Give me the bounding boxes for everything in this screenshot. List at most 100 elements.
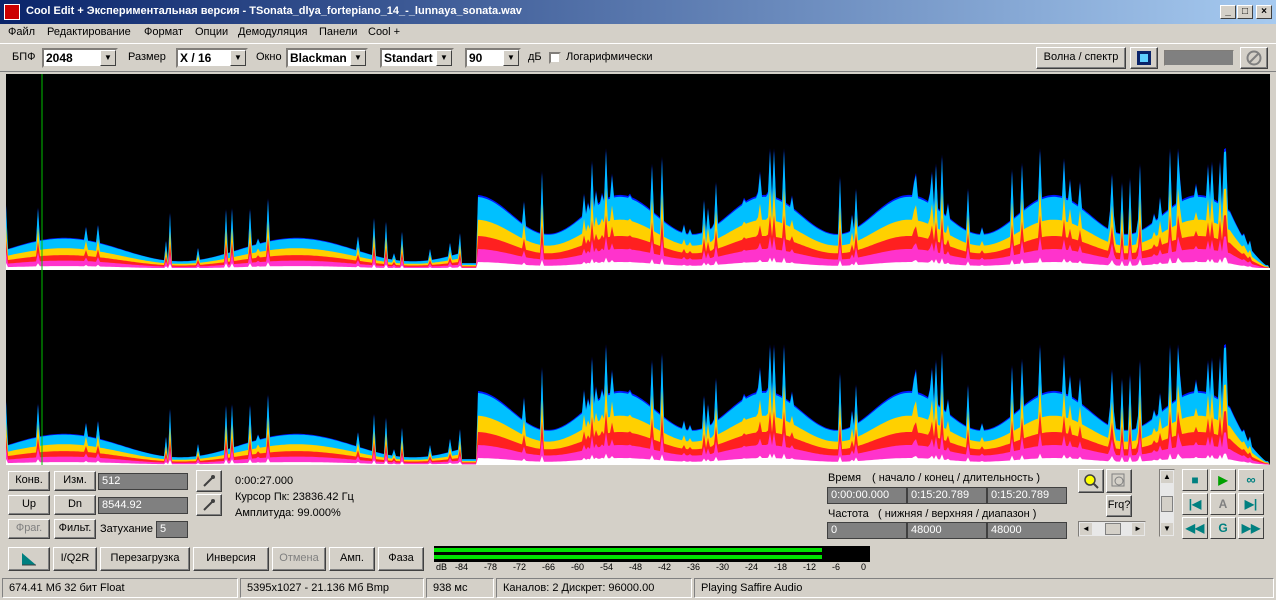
scrollbar-thumb[interactable] xyxy=(1161,496,1173,512)
time-start-field[interactable]: 0:00:00.000 xyxy=(827,487,907,504)
meter-tick-label: -30 xyxy=(716,562,730,572)
arrow-down-icon[interactable]: ▼ xyxy=(1161,523,1173,535)
meter-tick-label: -66 xyxy=(542,562,556,572)
level-meter xyxy=(434,546,870,562)
meter-tick-label: -42 xyxy=(658,562,672,572)
reload-button[interactable]: Перезагрузка xyxy=(100,547,190,571)
arrow-up-icon[interactable]: ▲ xyxy=(1161,471,1173,483)
zoom-slider[interactable]: ◄ ► xyxy=(1078,521,1146,537)
meter-tick-label: -78 xyxy=(484,562,498,572)
value2-field[interactable]: 8544.92 xyxy=(98,497,188,514)
vertical-scrollbar[interactable]: ▲ ▼ xyxy=(1159,469,1175,537)
window-title: Cool Edit + Экспериментальная версия - T… xyxy=(26,5,522,17)
time-label: Время xyxy=(828,472,862,484)
zoom-frame-button[interactable] xyxy=(1106,469,1132,493)
cursor-readout: Курсор Пк: 23836.42 Гц xyxy=(235,491,354,503)
play-button[interactable]: ▶ xyxy=(1210,469,1236,491)
minimize-button[interactable]: _ xyxy=(1220,5,1236,19)
zoom-frame-icon xyxy=(1111,473,1125,487)
freq-range-field[interactable]: 48000 xyxy=(987,522,1067,539)
no-entry-icon xyxy=(1246,50,1262,66)
log-checkbox[interactable] xyxy=(549,52,561,64)
time-duration-field[interactable]: 0:15:20.789 xyxy=(987,487,1067,504)
time-end-field[interactable]: 0:15:20.789 xyxy=(907,487,987,504)
size-select[interactable]: X / 16 ▼ xyxy=(176,48,248,68)
log-label: Логарифмически xyxy=(566,51,653,63)
meter-tick-label: -36 xyxy=(687,562,701,572)
mode-select[interactable]: Standart ▼ xyxy=(380,48,454,68)
decay-label: Затухание xyxy=(100,523,154,535)
pipette-icon xyxy=(203,499,215,511)
freq-high-field[interactable]: 48000 xyxy=(907,522,987,539)
status-bitmap: 5395x1027 - 21.136 Мб Bmp xyxy=(240,578,424,598)
zoom-in-button[interactable] xyxy=(1078,469,1104,493)
value1-field[interactable]: 512 xyxy=(98,473,188,490)
menu-options[interactable]: Опции xyxy=(195,26,228,38)
amp-button[interactable]: Амп. xyxy=(329,547,375,571)
a-button[interactable]: A xyxy=(1210,493,1236,515)
meter-tick-label: -54 xyxy=(600,562,614,572)
db-unit-label: дБ xyxy=(528,51,542,63)
wave-spectrum-button[interactable]: Волна / спектр xyxy=(1036,47,1126,69)
fft-value: 2048 xyxy=(46,51,73,65)
phase-button[interactable]: Фаза xyxy=(378,547,424,571)
menu-panels[interactable]: Панели xyxy=(319,26,357,38)
zoom-in-icon xyxy=(1084,474,1099,489)
menu-demodulation[interactable]: Демодуляция xyxy=(238,26,307,38)
window-select[interactable]: Blackman ▼ xyxy=(286,48,368,68)
time-hint: ( начало / конец / длительность ) xyxy=(872,472,1041,484)
status-latency: 938 мс xyxy=(426,578,494,598)
spectrum-tool-button[interactable] xyxy=(8,547,50,571)
stop-button[interactable]: ■ xyxy=(1182,469,1208,491)
frag-button[interactable]: Фраг. xyxy=(8,519,50,539)
time-readout: 0:00:27.000 xyxy=(235,475,294,487)
frq-button[interactable]: Frq? xyxy=(1106,495,1132,517)
size-value: X / 16 xyxy=(180,51,212,65)
db-select[interactable]: 90 ▼ xyxy=(465,48,521,68)
spectrum-toolbar: БПФ 2048 ▼ Размер X / 16 ▼ Окно Blackman ▼ … xyxy=(0,43,1276,72)
stop-render-button[interactable] xyxy=(1240,47,1268,69)
status-playing: Playing Saffire Audio xyxy=(694,578,1274,598)
decay-field[interactable]: 5 xyxy=(156,521,188,538)
rewind-button[interactable]: ◀◀ xyxy=(1182,517,1208,539)
freq-low-field[interactable]: 0 xyxy=(827,522,907,539)
up-button[interactable]: Up xyxy=(8,495,50,515)
filt-button[interactable]: Фильт. xyxy=(54,519,96,539)
izm-button[interactable]: Изм. xyxy=(54,471,96,491)
spectrogram-view[interactable] xyxy=(6,74,1270,465)
pipette-button-2[interactable] xyxy=(196,494,222,516)
maximize-button[interactable]: □ xyxy=(1237,5,1253,19)
go-end-button[interactable]: ▶| xyxy=(1238,493,1264,515)
inversion-button[interactable]: Инверсия xyxy=(193,547,269,571)
chevron-down-icon: ▼ xyxy=(230,50,246,66)
fast-forward-button[interactable]: ▶▶ xyxy=(1238,517,1264,539)
title-bar: Cool Edit + Экспериментальная версия - T… xyxy=(0,0,1276,24)
spectrogram-canvas[interactable] xyxy=(6,74,1270,465)
window-value: Blackman xyxy=(290,51,347,65)
spectrum-tool-icon xyxy=(22,553,36,566)
close-button[interactable]: × xyxy=(1256,5,1272,19)
loop-button[interactable]: ∞ xyxy=(1238,469,1264,491)
pipette-icon xyxy=(203,475,215,487)
konv-button[interactable]: Конв. xyxy=(8,471,50,491)
arrow-right-icon[interactable]: ► xyxy=(1132,523,1144,535)
dn-button[interactable]: Dn xyxy=(54,495,96,515)
meter-tick-label: -6 xyxy=(832,562,841,572)
pipette-button-1[interactable] xyxy=(196,470,222,492)
arrow-left-icon[interactable]: ◄ xyxy=(1080,523,1092,535)
cancel-button[interactable]: Отмена xyxy=(272,547,326,571)
menu-coolplus[interactable]: Cool + xyxy=(368,26,400,38)
menu-edit[interactable]: Редактирование xyxy=(47,26,131,38)
menu-file[interactable]: Файл xyxy=(8,26,35,38)
menu-format[interactable]: Формат xyxy=(144,26,183,38)
spectrum-view-button[interactable] xyxy=(1130,47,1158,69)
status-memory: 674.41 Мб 32 бит Float xyxy=(2,578,238,598)
iq2r-button[interactable]: I/Q2R xyxy=(53,547,97,571)
status-channels: Каналов: 2 Дискрет: 96000.00 xyxy=(496,578,692,598)
level-meter-bar xyxy=(434,555,870,559)
level-meter-bar xyxy=(434,548,870,552)
fft-select[interactable]: 2048 ▼ xyxy=(42,48,118,68)
g-button[interactable]: G xyxy=(1210,517,1236,539)
zoom-slider-thumb[interactable] xyxy=(1105,523,1121,535)
go-start-button[interactable]: |◀ xyxy=(1182,493,1208,515)
